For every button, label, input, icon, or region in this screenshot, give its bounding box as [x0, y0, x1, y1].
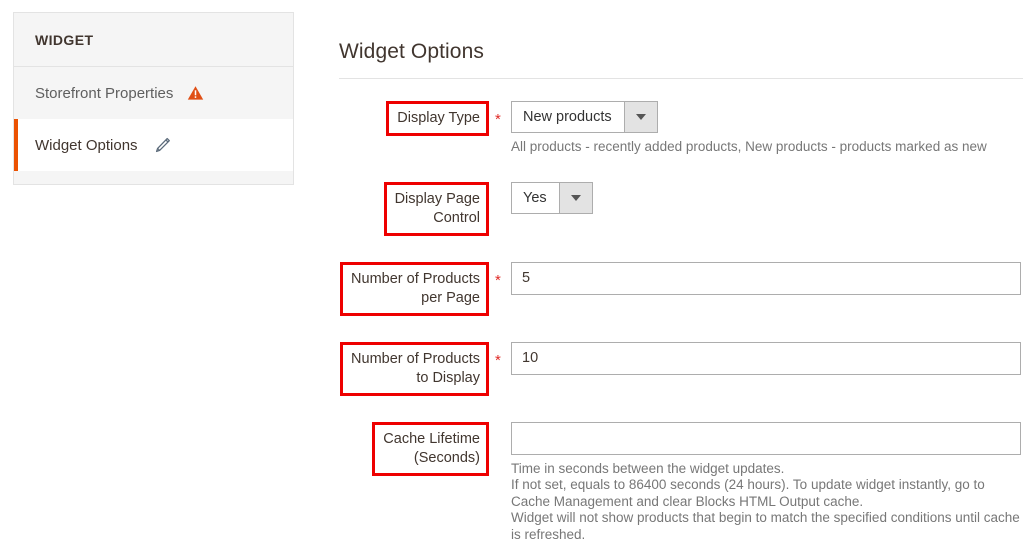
field-display-type: Display Type * New products All products…: [339, 101, 1023, 156]
pencil-icon[interactable]: [154, 137, 171, 154]
sidebar-header: WIDGET: [14, 13, 293, 67]
products-to-display-label-annotation: Number of Products to Display: [340, 342, 489, 396]
field-display-page-control: Display Page Control Yes: [339, 182, 1023, 236]
display-page-control-select[interactable]: Yes: [511, 182, 593, 214]
field-products-per-page: Number of Products per Page *: [339, 262, 1023, 316]
display-page-control-selected-value: Yes: [512, 183, 559, 213]
control-cell: Yes: [504, 182, 1023, 214]
display-type-help: All products - recently added products, …: [511, 139, 1023, 156]
display-page-control-label-annotation: Display Page Control: [384, 182, 489, 236]
control-cell: Time in seconds between the widget updat…: [504, 422, 1023, 543]
cache-lifetime-input[interactable]: [511, 422, 1021, 455]
widget-options-form: Display Type * New products All products…: [339, 101, 1023, 543]
page-title: Widget Options: [339, 40, 1023, 78]
label-cell: Cache Lifetime (Seconds): [339, 422, 489, 476]
widget-options-panel: Widget Options Display Type * New produc…: [339, 40, 1023, 543]
field-products-to-display: Number of Products to Display *: [339, 342, 1023, 396]
products-per-page-input[interactable]: [511, 262, 1021, 295]
products-to-display-label-line1: Number of Products: [351, 351, 480, 367]
display-type-label: Display Type: [397, 110, 480, 126]
control-cell: [504, 342, 1023, 375]
required-asterisk: *: [495, 111, 504, 128]
display-page-control-label-line2: Control: [433, 210, 480, 226]
required-asterisk: *: [495, 352, 504, 369]
cache-lifetime-label-line1: Cache Lifetime: [383, 431, 480, 447]
products-per-page-label-line1: Number of Products: [351, 271, 480, 287]
label-cell: Display Type: [339, 101, 489, 136]
control-cell: [504, 262, 1023, 295]
products-to-display-label-line2: to Display: [416, 370, 480, 386]
display-type-selected-value: New products: [512, 102, 624, 132]
cache-lifetime-help-line-2: If not set, equals to 86400 seconds (24 …: [511, 477, 1023, 510]
label-cell: Number of Products to Display: [339, 342, 489, 396]
control-cell: New products All products - recently add…: [504, 101, 1023, 156]
label-cell: Number of Products per Page: [339, 262, 489, 316]
cache-lifetime-label-annotation: Cache Lifetime (Seconds): [372, 422, 489, 476]
sidebar-item-storefront-properties[interactable]: Storefront Properties: [14, 67, 293, 119]
products-per-page-label-line2: per Page: [421, 290, 480, 306]
products-per-page-label-annotation: Number of Products per Page: [340, 262, 489, 316]
cache-lifetime-label-line2: (Seconds): [414, 450, 480, 466]
label-cell: Display Page Control: [339, 182, 489, 236]
sidebar-item-widget-options[interactable]: Widget Options: [14, 119, 293, 171]
cache-lifetime-help-line-1: Time in seconds between the widget updat…: [511, 461, 1023, 478]
required-asterisk: *: [495, 272, 504, 289]
sidebar-item-label: Widget Options: [35, 137, 138, 154]
display-type-label-annotation: Display Type: [386, 101, 489, 136]
title-divider: [339, 78, 1023, 79]
cache-lifetime-help: Time in seconds between the widget updat…: [511, 461, 1023, 543]
display-page-control-label-line1: Display Page: [395, 191, 480, 207]
products-to-display-input[interactable]: [511, 342, 1021, 375]
chevron-down-icon[interactable]: [624, 102, 657, 132]
sidebar-item-label: Storefront Properties: [35, 85, 173, 102]
warning-icon: [187, 85, 204, 101]
widget-sidebar: WIDGET Storefront Properties Widget Opti…: [13, 12, 294, 185]
display-type-select[interactable]: New products: [511, 101, 658, 133]
cache-lifetime-help-line-3: Widget will not show products that begin…: [511, 510, 1023, 543]
field-cache-lifetime: Cache Lifetime (Seconds) Time in seconds…: [339, 422, 1023, 543]
chevron-down-icon[interactable]: [559, 183, 592, 213]
